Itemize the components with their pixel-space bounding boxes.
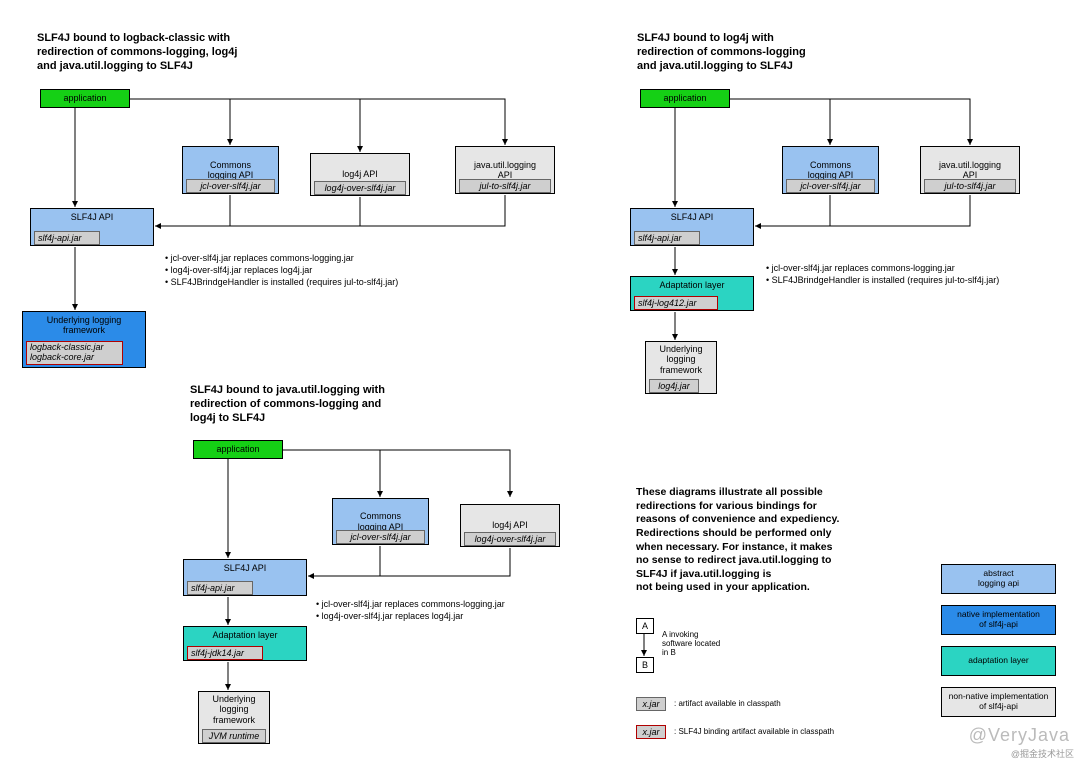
d2-log4j-jar: log4j-over-slf4j.jar: [464, 532, 556, 546]
d1-bullets: • jcl-over-slf4j.jar replaces commons-lo…: [165, 252, 398, 288]
legend-b: B: [636, 657, 654, 673]
d3-framework-jar: log4j.jar: [649, 379, 699, 393]
d3-app: application: [640, 89, 730, 108]
legend-ab-text: A invoking software located in B: [662, 630, 720, 657]
d1-slf4j-jar: slf4j-api.jar: [34, 231, 100, 245]
d2-title: SLF4J bound to java.util.logging with re…: [190, 384, 385, 425]
watermark: @VeryJava: [969, 725, 1070, 746]
legend-xjar2: x.jar: [636, 725, 666, 739]
legend-xjar-text: : artifact available in classpath: [674, 699, 781, 708]
description: These diagrams illustrate all possible r…: [636, 486, 839, 595]
legend-abstract: abstract logging api: [941, 564, 1056, 594]
d3-bullets: • jcl-over-slf4j.jar replaces commons-lo…: [766, 262, 999, 286]
d2-adapt-jar: slf4j-jdk14.jar: [187, 646, 263, 660]
legend-nonnative: non-native implementation of slf4j-api: [941, 687, 1056, 717]
d2-slf4j-jar: slf4j-api.jar: [187, 581, 253, 595]
d2-framework-jar: JVM runtime: [202, 729, 266, 743]
legend-a: A: [636, 618, 654, 634]
d1-framework-jar: logback-classic.jar logback-core.jar: [26, 341, 123, 365]
legend-native: native implementation of slf4j-api: [941, 605, 1056, 635]
connectors: [0, 0, 1080, 764]
d1-log4j-jar: log4j-over-slf4j.jar: [314, 181, 406, 195]
legend-xjar: x.jar: [636, 697, 666, 711]
legend-xjar2-text: : SLF4J binding artifact available in cl…: [674, 727, 834, 736]
d1-app: application: [40, 89, 130, 108]
d2-app: application: [193, 440, 283, 459]
d3-jul-jar: jul-to-slf4j.jar: [924, 179, 1016, 193]
legend-adapt: adaptation layer: [941, 646, 1056, 676]
d3-slf4j-jar: slf4j-api.jar: [634, 231, 700, 245]
d3-commons-jar: jcl-over-slf4j.jar: [786, 179, 875, 193]
d2-commons-jar: jcl-over-slf4j.jar: [336, 530, 425, 544]
watermark2: @掘金技术社区: [1011, 747, 1074, 760]
d1-title: SLF4J bound to logback-classic with redi…: [37, 32, 237, 73]
d1-jul-jar: jul-to-slf4j.jar: [459, 179, 551, 193]
d3-adapt-jar: slf4j-log412.jar: [634, 296, 718, 310]
d2-bullets: • jcl-over-slf4j.jar replaces commons-lo…: [316, 598, 505, 622]
d1-commons-jar: jcl-over-slf4j.jar: [186, 179, 275, 193]
d3-title: SLF4J bound to log4j with redirection of…: [637, 32, 806, 73]
